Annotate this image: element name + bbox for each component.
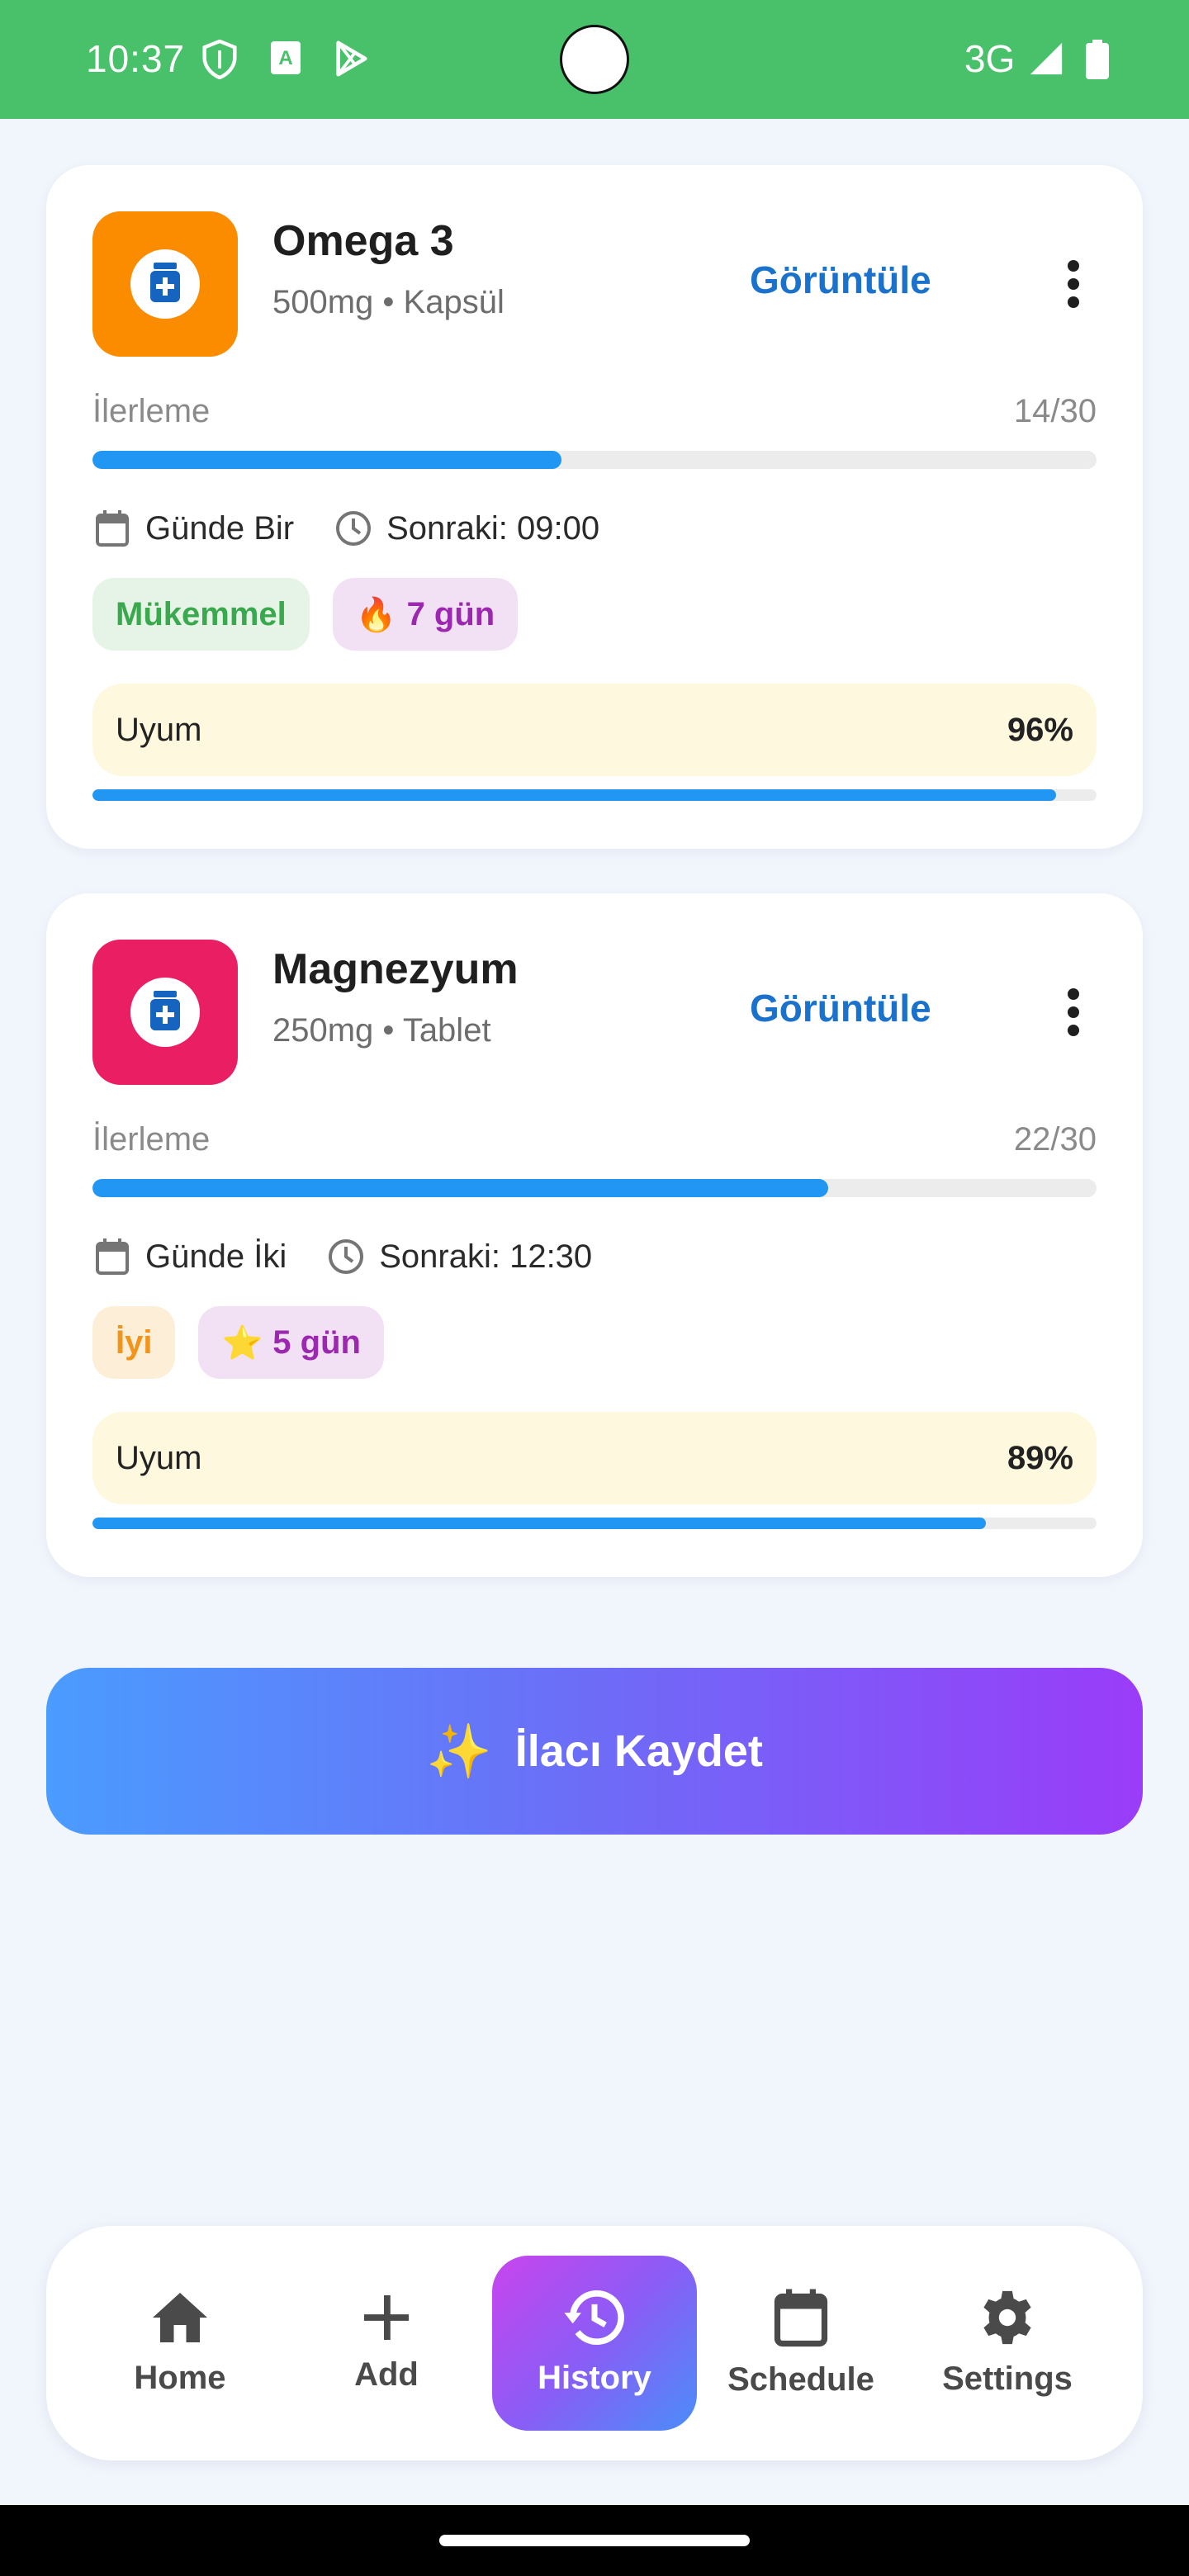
network-type: 3G bbox=[964, 37, 1016, 80]
progress-label: İlerleme bbox=[92, 393, 211, 429]
schedule-row: Günde İki Sonraki: 12:30 bbox=[92, 1234, 632, 1280]
svg-text:A: A bbox=[278, 47, 292, 69]
adherence-bar bbox=[92, 789, 1097, 801]
streak-badge: 🔥 7 gün bbox=[332, 578, 519, 651]
progress-bar bbox=[92, 451, 1097, 469]
status-badge: İyi bbox=[92, 1306, 176, 1379]
calendar-icon bbox=[774, 2288, 828, 2351]
adherence-bar-fill bbox=[92, 789, 1057, 801]
progress-bar-fill bbox=[92, 451, 561, 469]
view-button[interactable]: Görüntüle bbox=[750, 258, 931, 302]
adherence-value: 89% bbox=[1007, 1440, 1073, 1476]
history-icon bbox=[563, 2290, 626, 2350]
keyboard-a-icon: A bbox=[269, 40, 302, 80]
streak-text: 7 gün bbox=[406, 595, 495, 632]
progress-bar bbox=[92, 1179, 1097, 1197]
status-chips: İyi ⭐ 5 gün bbox=[92, 1306, 407, 1379]
nav-settings[interactable]: Settings bbox=[905, 2256, 1110, 2431]
home-gesture-handle[interactable] bbox=[439, 2535, 750, 2546]
calendar-icon bbox=[92, 1237, 132, 1276]
status-time: 10:37 bbox=[86, 37, 186, 80]
medication-card: Omega 3 500mg • Kapsül Görüntüle İlerlem… bbox=[46, 165, 1143, 849]
system-navigation-bar bbox=[0, 2505, 1189, 2576]
shield-icon bbox=[201, 39, 238, 83]
pill-bottle-icon bbox=[149, 262, 182, 306]
adherence-box: Uyum 89% bbox=[92, 1412, 1097, 1504]
nav-home[interactable]: Home bbox=[78, 2256, 282, 2431]
medication-icon bbox=[92, 940, 238, 1085]
next-dose-text: Sonraki: 09:00 bbox=[386, 509, 600, 547]
star-icon: ⭐ bbox=[221, 1324, 263, 1361]
home-icon bbox=[150, 2290, 210, 2350]
adherence-bar-fill bbox=[92, 1518, 987, 1529]
clock-icon bbox=[326, 1237, 366, 1276]
status-badge: Mükemmel bbox=[92, 578, 310, 651]
nav-history-label: History bbox=[538, 2360, 651, 2396]
save-button-label: İlacı Kaydet bbox=[514, 1726, 763, 1776]
progress-count: 22/30 bbox=[1013, 1121, 1097, 1158]
pill-bottle-icon bbox=[149, 990, 182, 1035]
medication-dose: 250mg • Tablet bbox=[272, 1012, 491, 1049]
play-store-icon bbox=[332, 40, 370, 82]
nav-add[interactable]: Add bbox=[284, 2256, 489, 2431]
medication-icon bbox=[92, 211, 238, 357]
progress-label: İlerleme bbox=[92, 1121, 211, 1158]
medication-name: Omega 3 bbox=[272, 217, 454, 265]
clock-icon bbox=[334, 509, 373, 548]
streak-text: 5 gün bbox=[272, 1324, 361, 1361]
status-chips: Mükemmel 🔥 7 gün bbox=[92, 578, 541, 651]
progress-bar-fill bbox=[92, 1179, 829, 1197]
more-options-icon[interactable] bbox=[1040, 251, 1106, 317]
nav-schedule-label: Schedule bbox=[727, 2361, 874, 2398]
progress-count: 14/30 bbox=[1013, 393, 1097, 429]
frequency-text: Günde Bir bbox=[145, 509, 295, 547]
camera-cutout bbox=[560, 25, 629, 94]
nav-home-label: Home bbox=[134, 2360, 226, 2396]
nav-history[interactable]: History bbox=[492, 2256, 697, 2431]
nav-add-label: Add bbox=[354, 2356, 419, 2393]
status-bar: 10:37 A 3G bbox=[0, 0, 1189, 119]
frequency-text: Günde İki bbox=[145, 1238, 287, 1275]
nav-settings-label: Settings bbox=[942, 2361, 1073, 2397]
streak-badge: ⭐ 5 gün bbox=[198, 1306, 384, 1379]
bottom-navigation: Home Add History Schedule Settings bbox=[46, 2226, 1143, 2460]
medication-card: Magnezyum 250mg • Tablet Görüntüle İlerl… bbox=[46, 893, 1143, 1577]
medication-name: Magnezyum bbox=[272, 945, 519, 993]
more-options-icon[interactable] bbox=[1040, 979, 1106, 1045]
save-medication-button[interactable]: ✨ İlacı Kaydet bbox=[46, 1668, 1143, 1835]
adherence-label: Uyum bbox=[116, 1440, 202, 1476]
sparkles-icon: ✨ bbox=[426, 1721, 492, 1781]
signal-icon bbox=[1027, 40, 1065, 82]
adherence-bar bbox=[92, 1518, 1097, 1529]
medication-dose: 500mg • Kapsül bbox=[272, 284, 504, 320]
schedule-row: Günde Bir Sonraki: 09:00 bbox=[92, 505, 639, 552]
next-dose-text: Sonraki: 12:30 bbox=[379, 1238, 593, 1275]
calendar-icon bbox=[92, 509, 132, 548]
battery-icon bbox=[1085, 40, 1110, 83]
adherence-box: Uyum 96% bbox=[92, 684, 1097, 776]
gear-icon bbox=[978, 2289, 1036, 2351]
adherence-value: 96% bbox=[1007, 712, 1073, 748]
plus-icon bbox=[362, 2293, 411, 2346]
fire-icon: 🔥 bbox=[355, 596, 397, 633]
nav-schedule[interactable]: Schedule bbox=[699, 2256, 903, 2431]
adherence-label: Uyum bbox=[116, 712, 202, 748]
view-button[interactable]: Görüntüle bbox=[750, 986, 931, 1030]
